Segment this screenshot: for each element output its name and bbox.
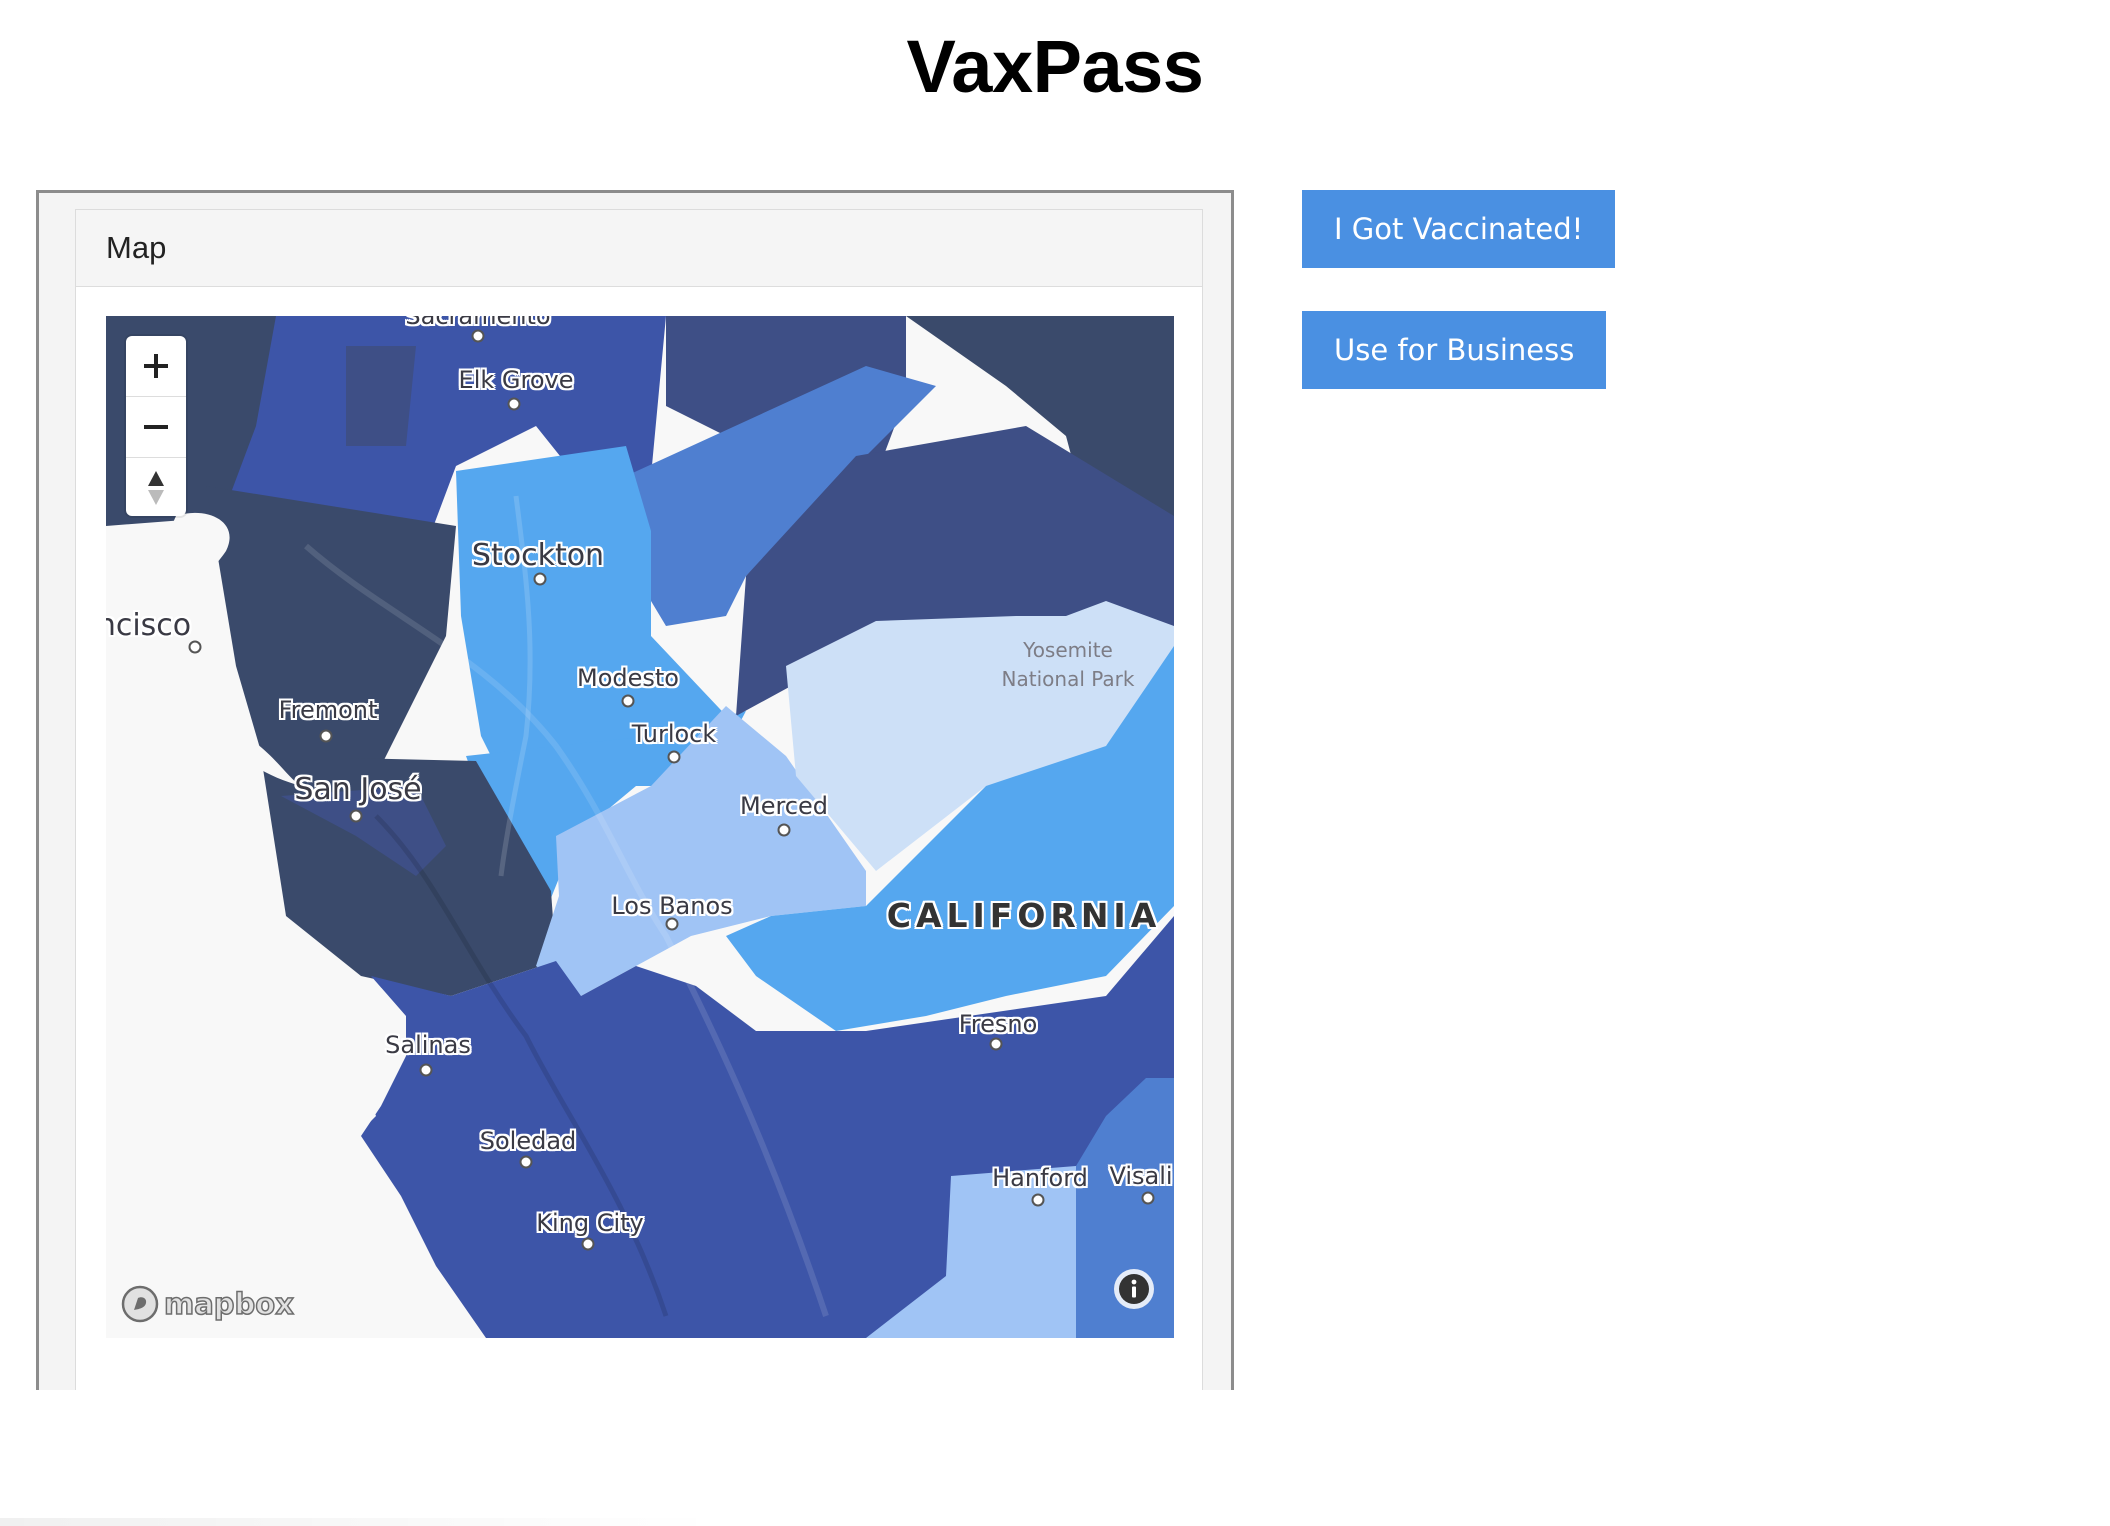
dot-soledad — [519, 1155, 533, 1169]
dot-elk-grove — [507, 397, 521, 411]
business-button[interactable]: Use for Business — [1302, 311, 1607, 389]
label-los-banos: Los Banos — [611, 892, 733, 920]
dot-hanford — [1031, 1193, 1045, 1207]
zoom-out-button[interactable] — [126, 397, 186, 458]
dot-fremont — [319, 729, 333, 743]
label-yosemite-line2: National Park — [1001, 667, 1135, 691]
map-frame: Map Sacramento Elk Grove Stockton ncisco… — [36, 190, 1234, 1390]
label-soledad: Soledad — [479, 1127, 577, 1155]
label-san-francisco: ncisco — [106, 608, 192, 643]
mapbox-wordmark: mapbox — [163, 1286, 294, 1322]
label-san-jose: San José — [294, 772, 422, 807]
compass-button[interactable] — [126, 458, 186, 518]
panel-heading: Map — [76, 210, 1202, 287]
label-hanford: Hanford — [992, 1164, 1088, 1192]
label-turlock: Turlock — [631, 720, 717, 748]
map-info-button[interactable] — [1112, 1267, 1156, 1316]
zoom-in-button[interactable] — [126, 336, 186, 397]
dot-los-banos — [665, 917, 679, 931]
minus-icon — [144, 425, 168, 429]
label-fresno: Fresno — [958, 1010, 1038, 1038]
label-fremont: Fremont — [278, 696, 378, 724]
dot-fresno — [989, 1037, 1003, 1051]
map-zoom-controls — [126, 336, 186, 516]
app-title: VaxPass — [906, 25, 1204, 108]
label-stockton: Stockton — [471, 538, 605, 573]
dot-san-francisco — [188, 640, 202, 654]
info-icon — [1114, 1269, 1154, 1309]
page-bottom-shadow — [0, 1518, 720, 1526]
label-visalia: Visali — [1109, 1162, 1173, 1190]
label-salinas: Salinas — [385, 1031, 471, 1059]
mapbox-icon — [121, 1285, 159, 1323]
vaccinated-button[interactable]: I Got Vaccinated! — [1302, 190, 1616, 268]
dot-visalia — [1141, 1191, 1155, 1205]
dot-turlock — [667, 750, 681, 764]
label-modesto: Modesto — [577, 664, 679, 692]
dot-salinas — [419, 1063, 433, 1077]
dot-sacramento — [471, 329, 485, 343]
plus-icon — [144, 354, 168, 378]
region-north-center — [346, 346, 416, 446]
dot-modesto — [621, 694, 635, 708]
map-canvas[interactable]: Sacramento Elk Grove Stockton ncisco Mod… — [106, 316, 1174, 1338]
label-merced: Merced — [739, 792, 829, 820]
dot-san-jose — [349, 809, 363, 823]
label-yosemite-line1: Yosemite — [1023, 638, 1113, 662]
label-yosemite: Yosemite National Park — [1002, 636, 1135, 694]
label-elk-grove: Elk Grove — [458, 366, 574, 394]
mapbox-attribution-logo[interactable]: mapbox — [120, 1284, 295, 1324]
map-panel: Map Sacramento Elk Grove Stockton ncisco… — [75, 209, 1203, 1390]
label-sacramento: Sacramento — [405, 316, 551, 330]
label-king-city: King City — [536, 1209, 644, 1237]
dot-stockton — [533, 572, 547, 586]
dot-king-city — [581, 1237, 595, 1251]
label-california: CALIFORNIA — [886, 896, 1162, 935]
compass-icon — [148, 471, 164, 505]
dot-merced — [777, 823, 791, 837]
